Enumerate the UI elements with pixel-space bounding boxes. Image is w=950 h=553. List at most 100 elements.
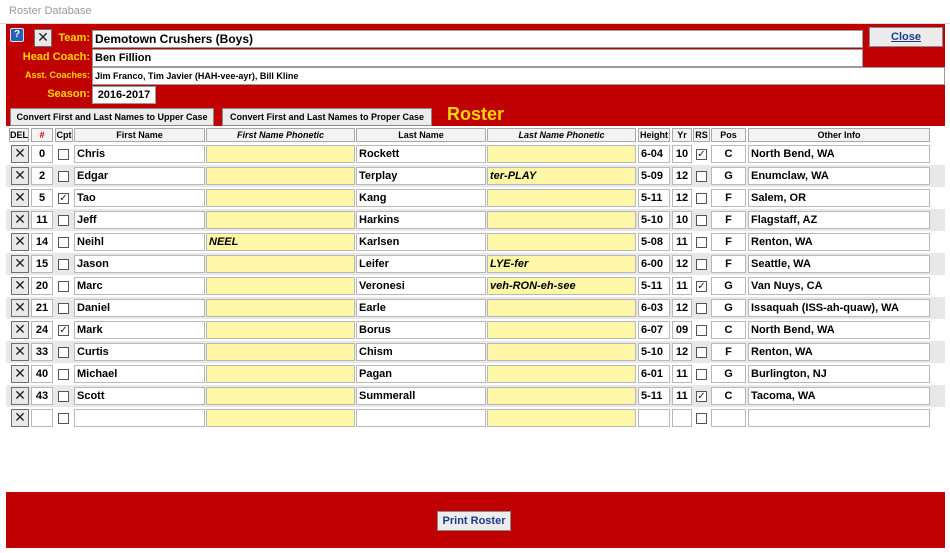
cell-first-name-phonetic[interactable] (206, 365, 355, 383)
cell-first-name[interactable]: Chris (74, 145, 205, 163)
delete-row-button[interactable]: ✕ (11, 211, 29, 229)
cell-last-name-phonetic[interactable] (487, 365, 636, 383)
cell-other-info[interactable]: Salem, OR (748, 189, 930, 207)
delete-row-button[interactable]: ✕ (11, 343, 29, 361)
cell-last-name[interactable]: Pagan (356, 365, 486, 383)
cell-last-name-phonetic[interactable] (487, 299, 636, 317)
captain-checkbox[interactable] (58, 369, 69, 380)
cell-number[interactable]: 14 (31, 233, 53, 251)
delete-row-button[interactable]: ✕ (11, 299, 29, 317)
cell-year[interactable]: 11 (672, 233, 692, 251)
cell-position[interactable]: C (711, 321, 746, 339)
cell-position[interactable]: C (711, 145, 746, 163)
season-field[interactable]: 2016-2017 (92, 86, 156, 104)
captain-checkbox[interactable] (58, 237, 69, 248)
cell-height[interactable]: 5-10 (638, 211, 670, 229)
delete-row-button[interactable]: ✕ (11, 321, 29, 339)
cell-year[interactable]: 11 (672, 387, 692, 405)
cell-number[interactable]: 33 (31, 343, 53, 361)
cell-last-name[interactable]: Chism (356, 343, 486, 361)
redshirt-checkbox[interactable] (696, 413, 707, 424)
cell-year[interactable]: 09 (672, 321, 692, 339)
cell-last-name[interactable]: Earle (356, 299, 486, 317)
cell-other-info[interactable]: Renton, WA (748, 343, 930, 361)
delete-row-button[interactable]: ✕ (11, 277, 29, 295)
cell-number[interactable]: 20 (31, 277, 53, 295)
delete-row-button[interactable]: ✕ (11, 409, 29, 427)
cell-other-info[interactable]: Renton, WA (748, 233, 930, 251)
captain-checkbox[interactable] (58, 347, 69, 358)
cell-position[interactable]: F (711, 255, 746, 273)
cell-last-name-phonetic[interactable] (487, 409, 636, 427)
cell-year[interactable]: 12 (672, 255, 692, 273)
cell-other-info[interactable]: North Bend, WA (748, 145, 930, 163)
cell-height[interactable]: 5-11 (638, 189, 670, 207)
cell-position[interactable]: F (711, 189, 746, 207)
cell-last-name-phonetic[interactable] (487, 189, 636, 207)
redshirt-checkbox[interactable] (696, 347, 707, 358)
cell-position[interactable]: G (711, 277, 746, 295)
redshirt-checkbox[interactable] (696, 171, 707, 182)
asst-coaches-field[interactable]: Jim Franco, Tim Javier (HAH-vee-ayr), Bi… (92, 67, 945, 85)
cell-number[interactable]: 43 (31, 387, 53, 405)
cell-first-name[interactable]: Michael (74, 365, 205, 383)
captain-checkbox[interactable]: ✓ (58, 325, 69, 336)
cell-height[interactable] (638, 409, 670, 427)
cell-last-name-phonetic[interactable] (487, 321, 636, 339)
cell-first-name-phonetic[interactable] (206, 299, 355, 317)
cell-height[interactable]: 5-11 (638, 387, 670, 405)
redshirt-checkbox[interactable] (696, 325, 707, 336)
redshirt-checkbox[interactable] (696, 193, 707, 204)
cell-number[interactable]: 5 (31, 189, 53, 207)
cell-first-name[interactable]: Daniel (74, 299, 205, 317)
cell-last-name[interactable]: Karlsen (356, 233, 486, 251)
captain-checkbox[interactable] (58, 259, 69, 270)
cell-last-name[interactable]: Harkins (356, 211, 486, 229)
cell-last-name-phonetic[interactable] (487, 343, 636, 361)
cell-first-name[interactable]: Edgar (74, 167, 205, 185)
cell-first-name-phonetic[interactable]: NEEL (206, 233, 355, 251)
cell-last-name-phonetic[interactable] (487, 145, 636, 163)
cell-other-info[interactable] (748, 409, 930, 427)
head-coach-field[interactable]: Ben Fillion (92, 49, 863, 67)
cell-last-name[interactable] (356, 409, 486, 427)
delete-row-button[interactable]: ✕ (11, 145, 29, 163)
captain-checkbox[interactable] (58, 303, 69, 314)
cell-year[interactable] (672, 409, 692, 427)
delete-row-button[interactable]: ✕ (11, 189, 29, 207)
cell-height[interactable]: 6-07 (638, 321, 670, 339)
cell-first-name[interactable] (74, 409, 205, 427)
cell-last-name-phonetic[interactable] (487, 233, 636, 251)
cell-position[interactable]: F (711, 343, 746, 361)
cell-first-name-phonetic[interactable] (206, 167, 355, 185)
cell-number[interactable]: 2 (31, 167, 53, 185)
cell-number[interactable]: 40 (31, 365, 53, 383)
delete-row-button[interactable]: ✕ (11, 167, 29, 185)
cell-position[interactable]: G (711, 365, 746, 383)
cell-position[interactable]: G (711, 299, 746, 317)
cell-year[interactable]: 11 (672, 277, 692, 295)
cell-other-info[interactable]: Van Nuys, CA (748, 277, 930, 295)
cell-first-name[interactable]: Curtis (74, 343, 205, 361)
captain-checkbox[interactable] (58, 391, 69, 402)
redshirt-checkbox[interactable] (696, 237, 707, 248)
cell-position[interactable] (711, 409, 746, 427)
cell-height[interactable]: 5-08 (638, 233, 670, 251)
close-button[interactable]: Close (869, 27, 943, 47)
cell-first-name-phonetic[interactable] (206, 189, 355, 207)
redshirt-checkbox[interactable] (696, 369, 707, 380)
cell-last-name[interactable]: Rockett (356, 145, 486, 163)
cell-last-name-phonetic[interactable] (487, 387, 636, 405)
cell-year[interactable]: 12 (672, 343, 692, 361)
cell-last-name[interactable]: Veronesi (356, 277, 486, 295)
cell-position[interactable]: G (711, 167, 746, 185)
cell-first-name[interactable]: Scott (74, 387, 205, 405)
delete-row-button[interactable]: ✕ (11, 387, 29, 405)
cell-other-info[interactable]: Flagstaff, AZ (748, 211, 930, 229)
cell-other-info[interactable]: Enumclaw, WA (748, 167, 930, 185)
cell-height[interactable]: 5-09 (638, 167, 670, 185)
cell-other-info[interactable]: Issaquah (ISS-ah-quaw), WA (748, 299, 930, 317)
cell-first-name-phonetic[interactable] (206, 255, 355, 273)
print-roster-button[interactable]: Print Roster (437, 511, 511, 531)
cell-first-name-phonetic[interactable] (206, 387, 355, 405)
